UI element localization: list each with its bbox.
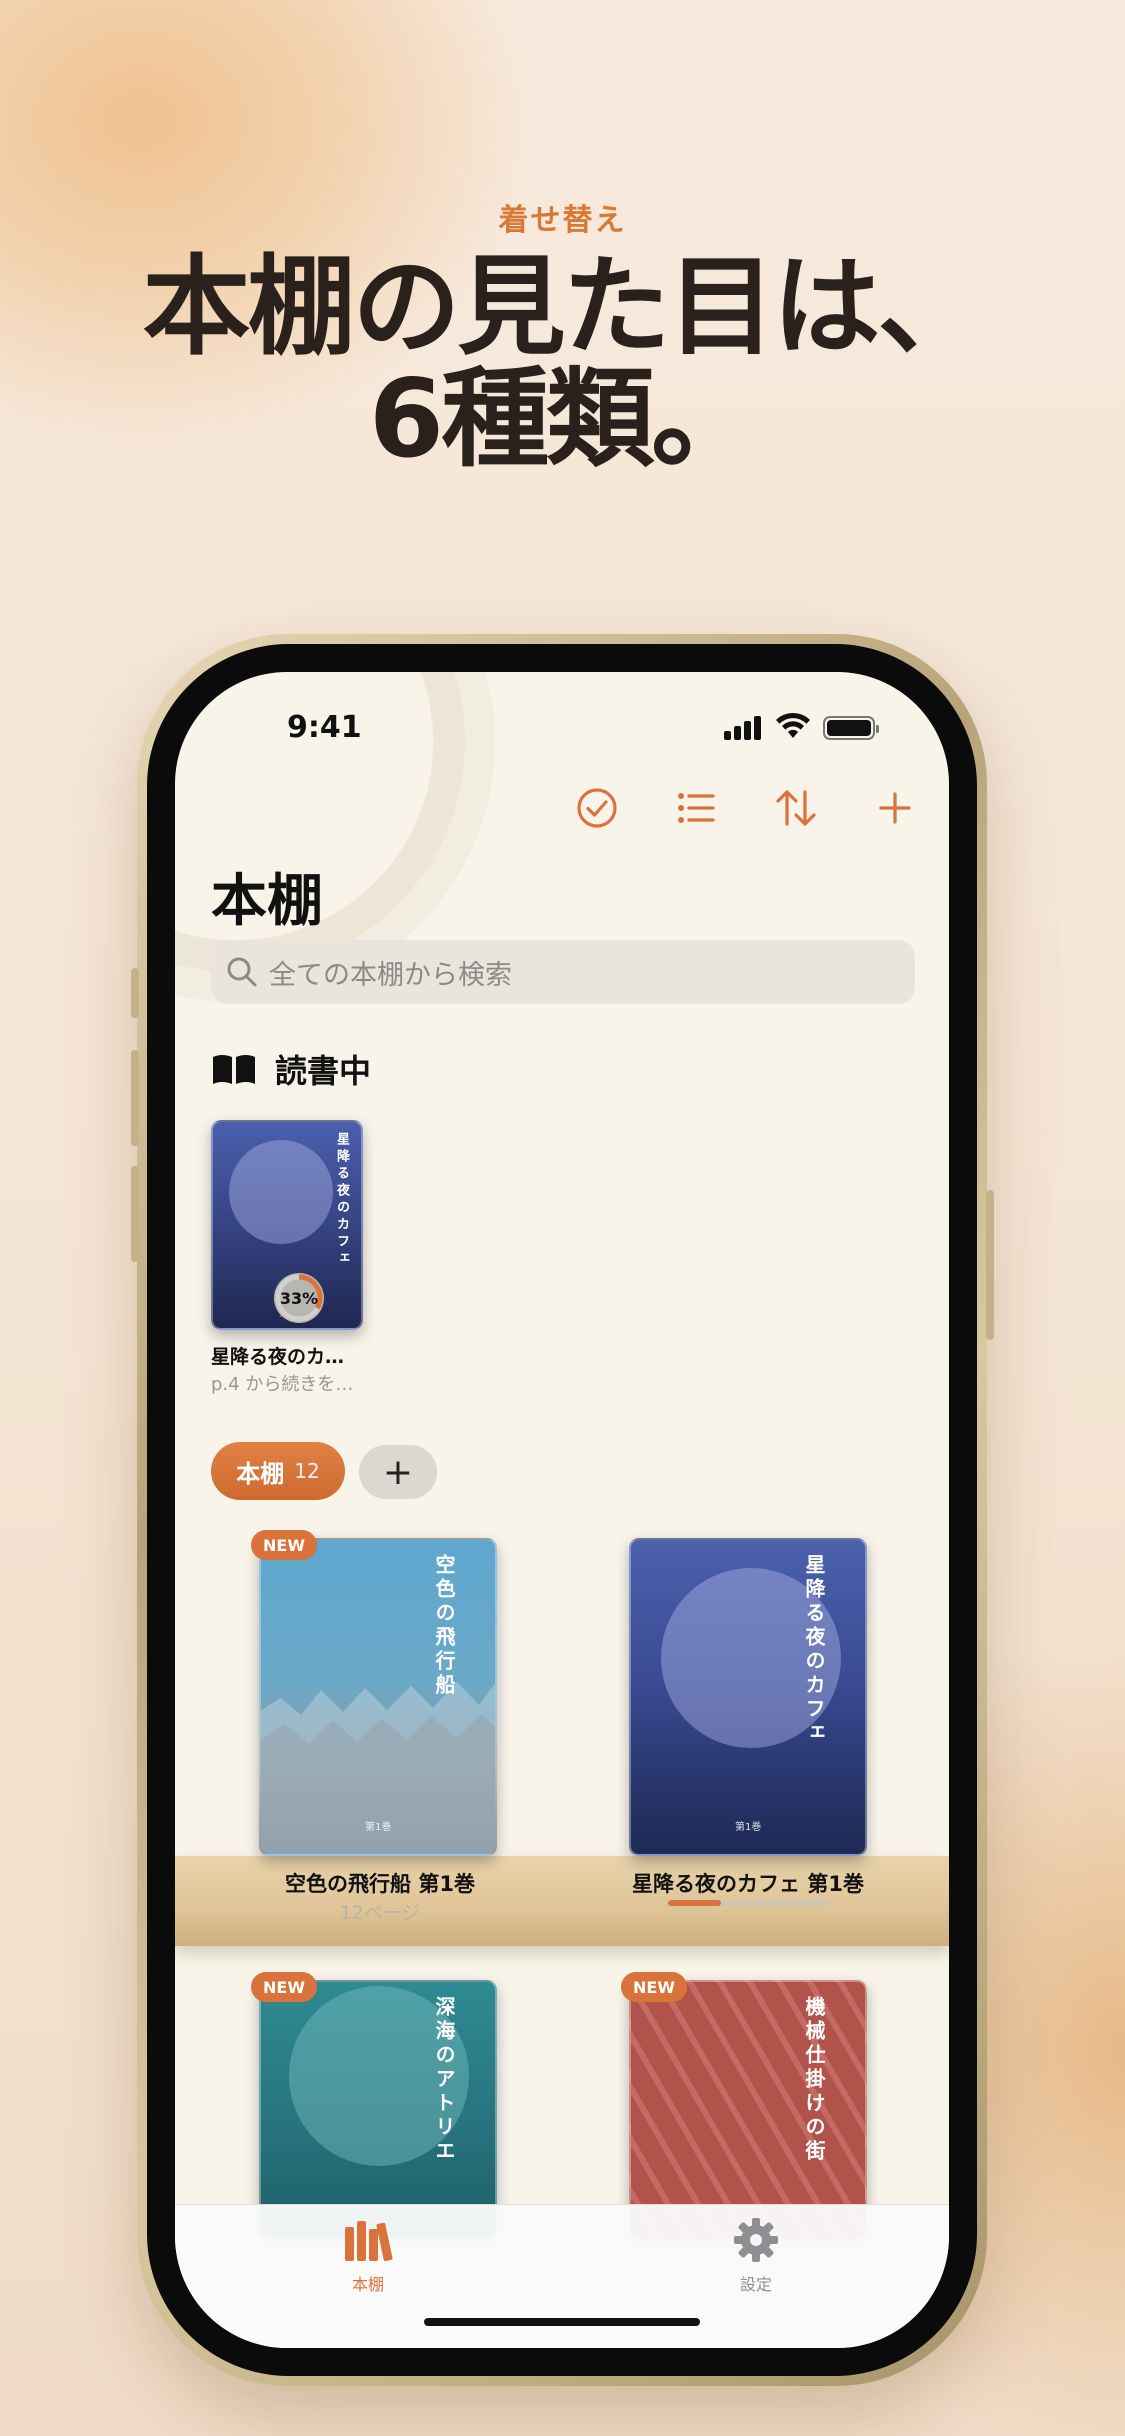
- power-button: [986, 1190, 994, 1340]
- open-book-icon: [213, 1055, 255, 1084]
- cover-title: 深海のアトリエ: [432, 1996, 456, 2164]
- book-page-count: 12ページ: [339, 1902, 421, 1924]
- cover-volume: 第1巻: [735, 1822, 762, 1833]
- promo-eyebrow: 着せ替え: [498, 203, 627, 238]
- cover-title: 星降る夜のカフェ: [334, 1132, 349, 1268]
- tab-bookshelf[interactable]: 本棚: [308, 2217, 428, 2295]
- bookshelf-icon: [345, 2221, 393, 2262]
- reading-book-title[interactable]: 星降る夜のカ…: [211, 1342, 344, 1369]
- promo-title: 本棚の見た目は、 6種類。: [0, 252, 1125, 476]
- book-cover[interactable]: 空色の飛行船 第1巻: [259, 1538, 497, 1856]
- promo-title-line2: 6種類。: [368, 357, 759, 482]
- shelf-tab-label: 本棚: [236, 1459, 285, 1488]
- tab-settings[interactable]: 設定: [696, 2217, 816, 2295]
- cover-title: 星降る夜のカフェ: [802, 1554, 826, 1746]
- home-indicator[interactable]: [424, 2318, 700, 2326]
- gear-icon: [734, 2218, 778, 2262]
- add-book-button[interactable]: [869, 782, 921, 834]
- reading-progress-ring: 33%: [271, 1270, 327, 1326]
- reading-progress-label: 33%: [279, 1288, 319, 1308]
- tab-label: 本棚: [351, 2275, 384, 2294]
- new-badge: NEW: [251, 1972, 317, 2002]
- list-icon: [678, 793, 715, 823]
- book-caption[interactable]: 空色の飛行船 第1巻: [215, 1868, 545, 1898]
- book-cover[interactable]: 星降る夜のカフェ 第1巻: [629, 1538, 867, 1856]
- volume-up-button: [131, 1050, 139, 1146]
- search-placeholder: 全ての本棚から検索: [269, 959, 512, 991]
- reading-section-header: 読書中: [211, 1046, 371, 1092]
- cover-title: 空色の飛行船: [432, 1554, 456, 1698]
- search-field[interactable]: 全ての本棚から検索: [211, 940, 915, 1004]
- search-icon: [227, 957, 257, 987]
- cellular-signal-icon: [724, 716, 764, 740]
- tab-bar: 本棚 設定: [175, 2204, 949, 2348]
- cover-volume: 第1巻: [365, 1822, 392, 1833]
- promo-title-line1: 本棚の見た目は、: [142, 245, 985, 370]
- book-progress-fill: [668, 1900, 721, 1906]
- book-progress-bar: [668, 1900, 828, 1906]
- cover-moon: [229, 1140, 333, 1244]
- book-cover[interactable]: 機械仕掛けの街: [629, 1980, 867, 2240]
- sort-button[interactable]: [770, 782, 822, 834]
- shelf-tab-count: 12: [294, 1459, 320, 1483]
- book-caption[interactable]: 星降る夜のカフェ 第1巻: [583, 1868, 913, 1898]
- mountains-art: [261, 1682, 495, 1854]
- new-badge: NEW: [251, 1530, 317, 1560]
- plus-icon: [879, 792, 911, 824]
- status-time: 9:41: [287, 710, 362, 745]
- checkmark-circle-icon: [577, 788, 617, 828]
- shelf-tab-bookshelf[interactable]: 本棚 12: [211, 1442, 345, 1500]
- new-badge: NEW: [621, 1972, 687, 2002]
- wifi-icon: [775, 712, 811, 740]
- page-title: 本棚: [211, 869, 323, 934]
- list-view-button[interactable]: [670, 782, 722, 834]
- cover-title: 機械仕掛けの街: [802, 1996, 826, 2164]
- add-shelf-button[interactable]: +: [359, 1445, 437, 1499]
- tab-label: 設定: [739, 2275, 772, 2294]
- mute-switch: [131, 968, 139, 1018]
- reading-book-subtitle: p.4 から続きを…: [211, 1374, 354, 1395]
- battery-icon: [823, 716, 879, 740]
- volume-down-button: [131, 1166, 139, 1262]
- sort-icon: [776, 790, 816, 826]
- book-cover[interactable]: 深海のアトリエ: [259, 1980, 497, 2240]
- reading-section-label: 読書中: [275, 1052, 372, 1090]
- app-screen: 9:41 本棚 全ての本棚から検索 読書中 星降る夜のカフェ 33% 星降る夜の…: [175, 672, 949, 2348]
- select-button[interactable]: [571, 782, 623, 834]
